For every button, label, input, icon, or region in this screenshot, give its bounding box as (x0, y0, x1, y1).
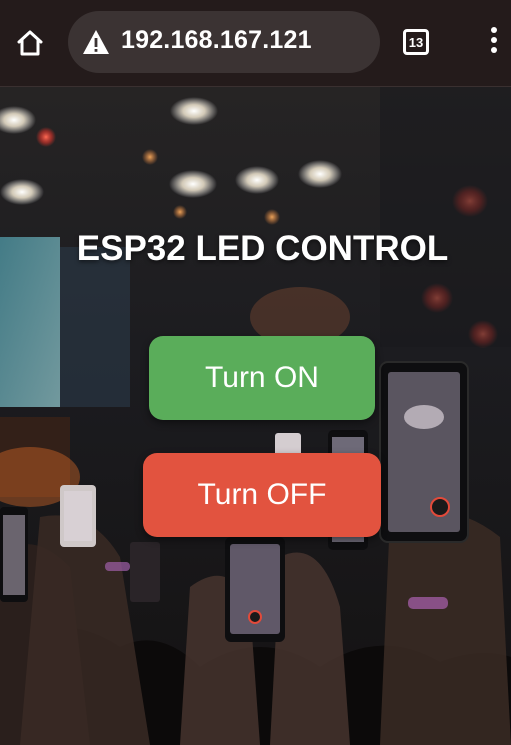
more-vert-icon[interactable] (486, 27, 502, 59)
turn-off-button[interactable]: Turn OFF (143, 453, 381, 537)
tab-switcher-icon[interactable]: 13 (403, 29, 429, 55)
browser-toolbar: 192.168.167.121 13 (0, 0, 511, 87)
url-text[interactable]: 192.168.167.121 (121, 26, 312, 55)
warning-triangle-icon (83, 30, 109, 54)
page-title: ESP32 LED CONTROL (76, 229, 449, 268)
page-content: ESP32 LED CONTROL Turn ON Turn OFF (0, 87, 511, 745)
home-icon (17, 30, 43, 56)
turn-on-button[interactable]: Turn ON (149, 336, 375, 420)
address-bar[interactable]: 192.168.167.121 (68, 11, 380, 73)
home-button[interactable] (12, 25, 48, 61)
